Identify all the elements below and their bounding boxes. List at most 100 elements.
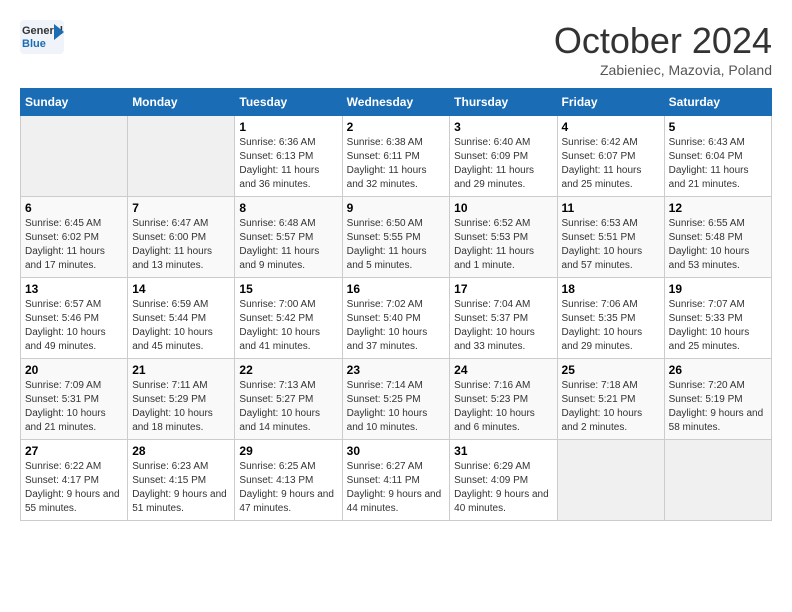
day-info: Sunrise: 6:42 AMSunset: 6:07 PMDaylight:… xyxy=(562,136,660,192)
day-info: Sunrise: 7:02 AMSunset: 5:40 PMDaylight:… xyxy=(347,298,446,354)
day-number: 12 xyxy=(669,201,767,215)
day-info: Sunrise: 6:43 AMSunset: 6:04 PMDaylight:… xyxy=(669,136,767,192)
day-info: Sunrise: 6:55 AMSunset: 5:48 PMDaylight:… xyxy=(669,217,767,273)
calendar-cell: 2 Sunrise: 6:38 AMSunset: 6:11 PMDaylight… xyxy=(342,116,450,197)
day-info: Sunrise: 6:48 AMSunset: 5:57 PMDaylight:… xyxy=(239,217,337,273)
day-info: Sunrise: 7:11 AMSunset: 5:29 PMDaylight:… xyxy=(132,379,230,435)
calendar-cell: 16 Sunrise: 7:02 AMSunset: 5:40 PMDayligh… xyxy=(342,278,450,359)
day-number: 20 xyxy=(25,363,123,377)
day-number: 16 xyxy=(347,282,446,296)
calendar-cell: 15 Sunrise: 7:00 AMSunset: 5:42 PMDayligh… xyxy=(235,278,342,359)
calendar-cell: 17 Sunrise: 7:04 AMSunset: 5:37 PMDayligh… xyxy=(450,278,557,359)
day-info: Sunrise: 6:52 AMSunset: 5:53 PMDaylight:… xyxy=(454,217,552,273)
calendar-cell xyxy=(664,440,771,521)
calendar-cell: 13Sunrise: 6:57 AMSunset: 5:46 PMDayligh… xyxy=(21,278,128,359)
month-title: October 2024 xyxy=(554,20,772,62)
day-number: 18 xyxy=(562,282,660,296)
day-number: 29 xyxy=(239,444,337,458)
calendar-table: SundayMondayTuesdayWednesdayThursdayFrid… xyxy=(20,88,772,521)
calendar-cell: 24Sunrise: 7:16 AMSunset: 5:23 PMDayligh… xyxy=(450,359,557,440)
day-info: Sunrise: 6:57 AMSunset: 5:46 PMDaylight:… xyxy=(25,298,123,354)
day-info: Sunrise: 7:00 AMSunset: 5:42 PMDaylight:… xyxy=(239,298,337,354)
day-number: 21 xyxy=(132,363,230,377)
day-number: 23 xyxy=(347,363,446,377)
day-info: Sunrise: 6:23 AMSunset: 4:15 PMDaylight:… xyxy=(132,460,230,516)
day-number: 28 xyxy=(132,444,230,458)
calendar-cell: 7Sunrise: 6:47 AMSunset: 6:00 PMDaylight… xyxy=(128,197,235,278)
day-number: 4 xyxy=(562,120,660,134)
calendar-cell: 21 Sunrise: 7:11 AMSunset: 5:29 PMDayligh… xyxy=(128,359,235,440)
day-number: 22 xyxy=(239,363,337,377)
day-info: Sunrise: 7:04 AMSunset: 5:37 PMDaylight:… xyxy=(454,298,552,354)
day-number: 25 xyxy=(562,363,660,377)
calendar-cell: 19 Sunrise: 7:07 AMSunset: 5:33 PMDayligh… xyxy=(664,278,771,359)
calendar-cell: 26Sunrise: 7:20 AMSunset: 5:19 PMDayligh… xyxy=(664,359,771,440)
calendar-cell: 18 Sunrise: 7:06 AMSunset: 5:35 PMDayligh… xyxy=(557,278,664,359)
calendar-cell: 12 Sunrise: 6:55 AMSunset: 5:48 PMDayligh… xyxy=(664,197,771,278)
weekday-header-friday: Friday xyxy=(557,89,664,116)
calendar-cell: 30Sunrise: 6:27 AMSunset: 4:11 PMDayligh… xyxy=(342,440,450,521)
calendar-cell: 4 Sunrise: 6:42 AMSunset: 6:07 PMDaylight… xyxy=(557,116,664,197)
day-info: Sunrise: 6:29 AMSunset: 4:09 PMDaylight:… xyxy=(454,460,552,516)
day-number: 27 xyxy=(25,444,123,458)
day-number: 9 xyxy=(347,201,446,215)
calendar-cell: 9 Sunrise: 6:50 AMSunset: 5:55 PMDaylight… xyxy=(342,197,450,278)
calendar-cell: 20 Sunrise: 7:09 AMSunset: 5:31 PMDayligh… xyxy=(21,359,128,440)
weekday-header-sunday: Sunday xyxy=(21,89,128,116)
calendar-cell: 31 Sunrise: 6:29 AMSunset: 4:09 PMDayligh… xyxy=(450,440,557,521)
day-number: 8 xyxy=(239,201,337,215)
day-info: Sunrise: 6:36 AMSunset: 6:13 PMDaylight:… xyxy=(239,136,337,192)
day-number: 31 xyxy=(454,444,552,458)
logo: General Blue xyxy=(20,20,64,54)
calendar-cell: 3 Sunrise: 6:40 AMSunset: 6:09 PMDaylight… xyxy=(450,116,557,197)
day-number: 5 xyxy=(669,120,767,134)
weekday-header-wednesday: Wednesday xyxy=(342,89,450,116)
day-info: Sunrise: 6:53 AMSunset: 5:51 PMDaylight:… xyxy=(562,217,660,273)
calendar-cell xyxy=(557,440,664,521)
day-number: 6 xyxy=(25,201,123,215)
day-number: 2 xyxy=(347,120,446,134)
day-number: 14 xyxy=(132,282,230,296)
day-info: Sunrise: 6:45 AMSunset: 6:02 PMDaylight:… xyxy=(25,217,123,273)
calendar-cell: 14 Sunrise: 6:59 AMSunset: 5:44 PMDayligh… xyxy=(128,278,235,359)
day-info: Sunrise: 6:22 AMSunset: 4:17 PMDaylight:… xyxy=(25,460,123,516)
day-number: 10 xyxy=(454,201,552,215)
day-number: 11 xyxy=(562,201,660,215)
day-info: Sunrise: 6:59 AMSunset: 5:44 PMDaylight:… xyxy=(132,298,230,354)
calendar-cell: 27 Sunrise: 6:22 AMSunset: 4:17 PMDayligh… xyxy=(21,440,128,521)
day-info: Sunrise: 6:47 AMSunset: 6:00 PMDaylight:… xyxy=(132,217,230,273)
day-info: Sunrise: 6:40 AMSunset: 6:09 PMDaylight:… xyxy=(454,136,552,192)
svg-text:Blue: Blue xyxy=(22,38,46,50)
logo-icon: General Blue xyxy=(20,20,64,54)
calendar-cell: 10 Sunrise: 6:52 AMSunset: 5:53 PMDayligh… xyxy=(450,197,557,278)
calendar-cell: 29 Sunrise: 6:25 AMSunset: 4:13 PMDayligh… xyxy=(235,440,342,521)
day-info: Sunrise: 7:18 AMSunset: 5:21 PMDaylight:… xyxy=(562,379,660,435)
day-info: Sunrise: 7:14 AMSunset: 5:25 PMDaylight:… xyxy=(347,379,446,435)
calendar-cell: 23 Sunrise: 7:14 AMSunset: 5:25 PMDayligh… xyxy=(342,359,450,440)
calendar-cell xyxy=(128,116,235,197)
title-section: October 2024 Zabieniec, Mazovia, Poland xyxy=(554,20,772,78)
calendar-cell xyxy=(21,116,128,197)
calendar-cell: 11 Sunrise: 6:53 AMSunset: 5:51 PMDayligh… xyxy=(557,197,664,278)
day-info: Sunrise: 6:38 AMSunset: 6:11 PMDaylight:… xyxy=(347,136,446,192)
calendar-cell: 6 Sunrise: 6:45 AMSunset: 6:02 PMDaylight… xyxy=(21,197,128,278)
day-number: 1 xyxy=(239,120,337,134)
location: Zabieniec, Mazovia, Poland xyxy=(554,62,772,78)
calendar-cell: 28 Sunrise: 6:23 AMSunset: 4:15 PMDayligh… xyxy=(128,440,235,521)
day-number: 3 xyxy=(454,120,552,134)
day-info: Sunrise: 7:09 AMSunset: 5:31 PMDaylight:… xyxy=(25,379,123,435)
day-number: 15 xyxy=(239,282,337,296)
day-info: Sunrise: 6:50 AMSunset: 5:55 PMDaylight:… xyxy=(347,217,446,273)
calendar-cell: 1 Sunrise: 6:36 AMSunset: 6:13 PMDaylight… xyxy=(235,116,342,197)
day-info: Sunrise: 6:27 AMSunset: 4:11 PMDaylight:… xyxy=(347,460,446,516)
day-info: Sunrise: 7:07 AMSunset: 5:33 PMDaylight:… xyxy=(669,298,767,354)
day-number: 19 xyxy=(669,282,767,296)
weekday-header-tuesday: Tuesday xyxy=(235,89,342,116)
day-number: 17 xyxy=(454,282,552,296)
day-info: Sunrise: 6:25 AMSunset: 4:13 PMDaylight:… xyxy=(239,460,337,516)
day-info: Sunrise: 7:06 AMSunset: 5:35 PMDaylight:… xyxy=(562,298,660,354)
page-header: General Blue October 2024 Zabieniec, Maz… xyxy=(20,20,772,78)
day-info: Sunrise: 7:20 AMSunset: 5:19 PMDaylight:… xyxy=(669,379,767,435)
calendar-cell: 22Sunrise: 7:13 AMSunset: 5:27 PMDayligh… xyxy=(235,359,342,440)
weekday-header-monday: Monday xyxy=(128,89,235,116)
